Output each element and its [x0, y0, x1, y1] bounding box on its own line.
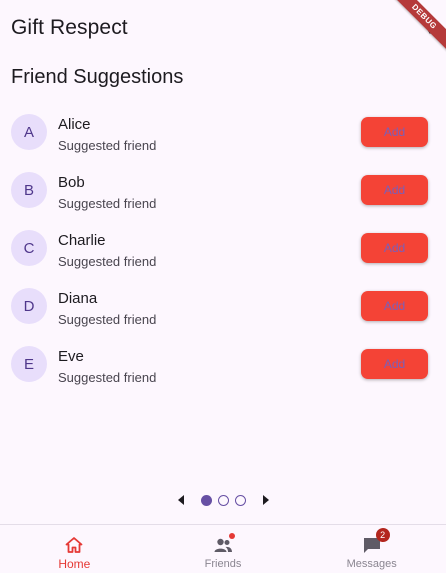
friend-subtitle: Suggested friend — [58, 370, 157, 385]
friend-name: Alice — [58, 116, 91, 133]
page-dot[interactable] — [234, 494, 246, 506]
list-item: A Alice Suggested friend Add — [0, 105, 446, 163]
avatar: B — [11, 172, 47, 208]
list-item: C Charlie Suggested friend Add — [0, 221, 446, 279]
avatar: C — [11, 230, 47, 266]
friend-name: Charlie — [58, 232, 106, 249]
nav-item-messages[interactable]: 2 Messages — [297, 525, 446, 573]
avatar: D — [11, 288, 47, 324]
notification-dot — [229, 533, 235, 539]
page-indicator — [0, 492, 446, 508]
home-icon — [65, 537, 83, 553]
prev-page-icon[interactable] — [174, 493, 188, 507]
friend-subtitle: Suggested friend — [58, 254, 157, 269]
nav-label: Messages — [346, 558, 397, 570]
list-item: E Eve Suggested friend Add — [0, 337, 446, 395]
nav-item-home[interactable]: Home — [0, 525, 149, 573]
add-friend-button[interactable]: Add — [361, 291, 428, 321]
next-page-icon[interactable] — [259, 493, 273, 507]
friend-name: Eve — [58, 348, 84, 365]
friend-subtitle: Suggested friend — [58, 196, 157, 211]
app-bar: Gift Respect — [0, 0, 446, 56]
page-dot[interactable] — [217, 494, 229, 506]
nav-label: Home — [58, 557, 91, 571]
section-title: Friend Suggestions — [11, 66, 184, 88]
list-item: B Bob Suggested friend Add — [0, 163, 446, 221]
add-friend-button[interactable]: Add — [361, 117, 428, 147]
nav-item-friends[interactable]: Friends — [149, 525, 298, 573]
chat-icon: 2 — [362, 528, 390, 555]
message-count-badge: 2 — [375, 528, 390, 542]
app-title: Gift Respect — [11, 16, 128, 39]
add-friend-button[interactable]: Add — [361, 175, 428, 205]
list-item: D Diana Suggested friend Add — [0, 279, 446, 337]
avatar: E — [11, 346, 47, 382]
page-dot-active[interactable] — [200, 494, 212, 506]
friend-subtitle: Suggested friend — [58, 312, 157, 327]
friend-name: Diana — [58, 290, 98, 307]
bottom-nav: Home Friends 2 Messages — [0, 524, 446, 573]
add-friend-button[interactable]: Add — [361, 233, 428, 263]
people-icon — [213, 533, 235, 555]
friend-name: Bob — [58, 174, 85, 191]
nav-label: Friends — [204, 558, 242, 570]
add-friend-button[interactable]: Add — [361, 349, 428, 379]
avatar: A — [11, 114, 47, 150]
friend-list: A Alice Suggested friend Add B Bob Sugge… — [0, 105, 446, 395]
friend-subtitle: Suggested friend — [58, 138, 157, 153]
